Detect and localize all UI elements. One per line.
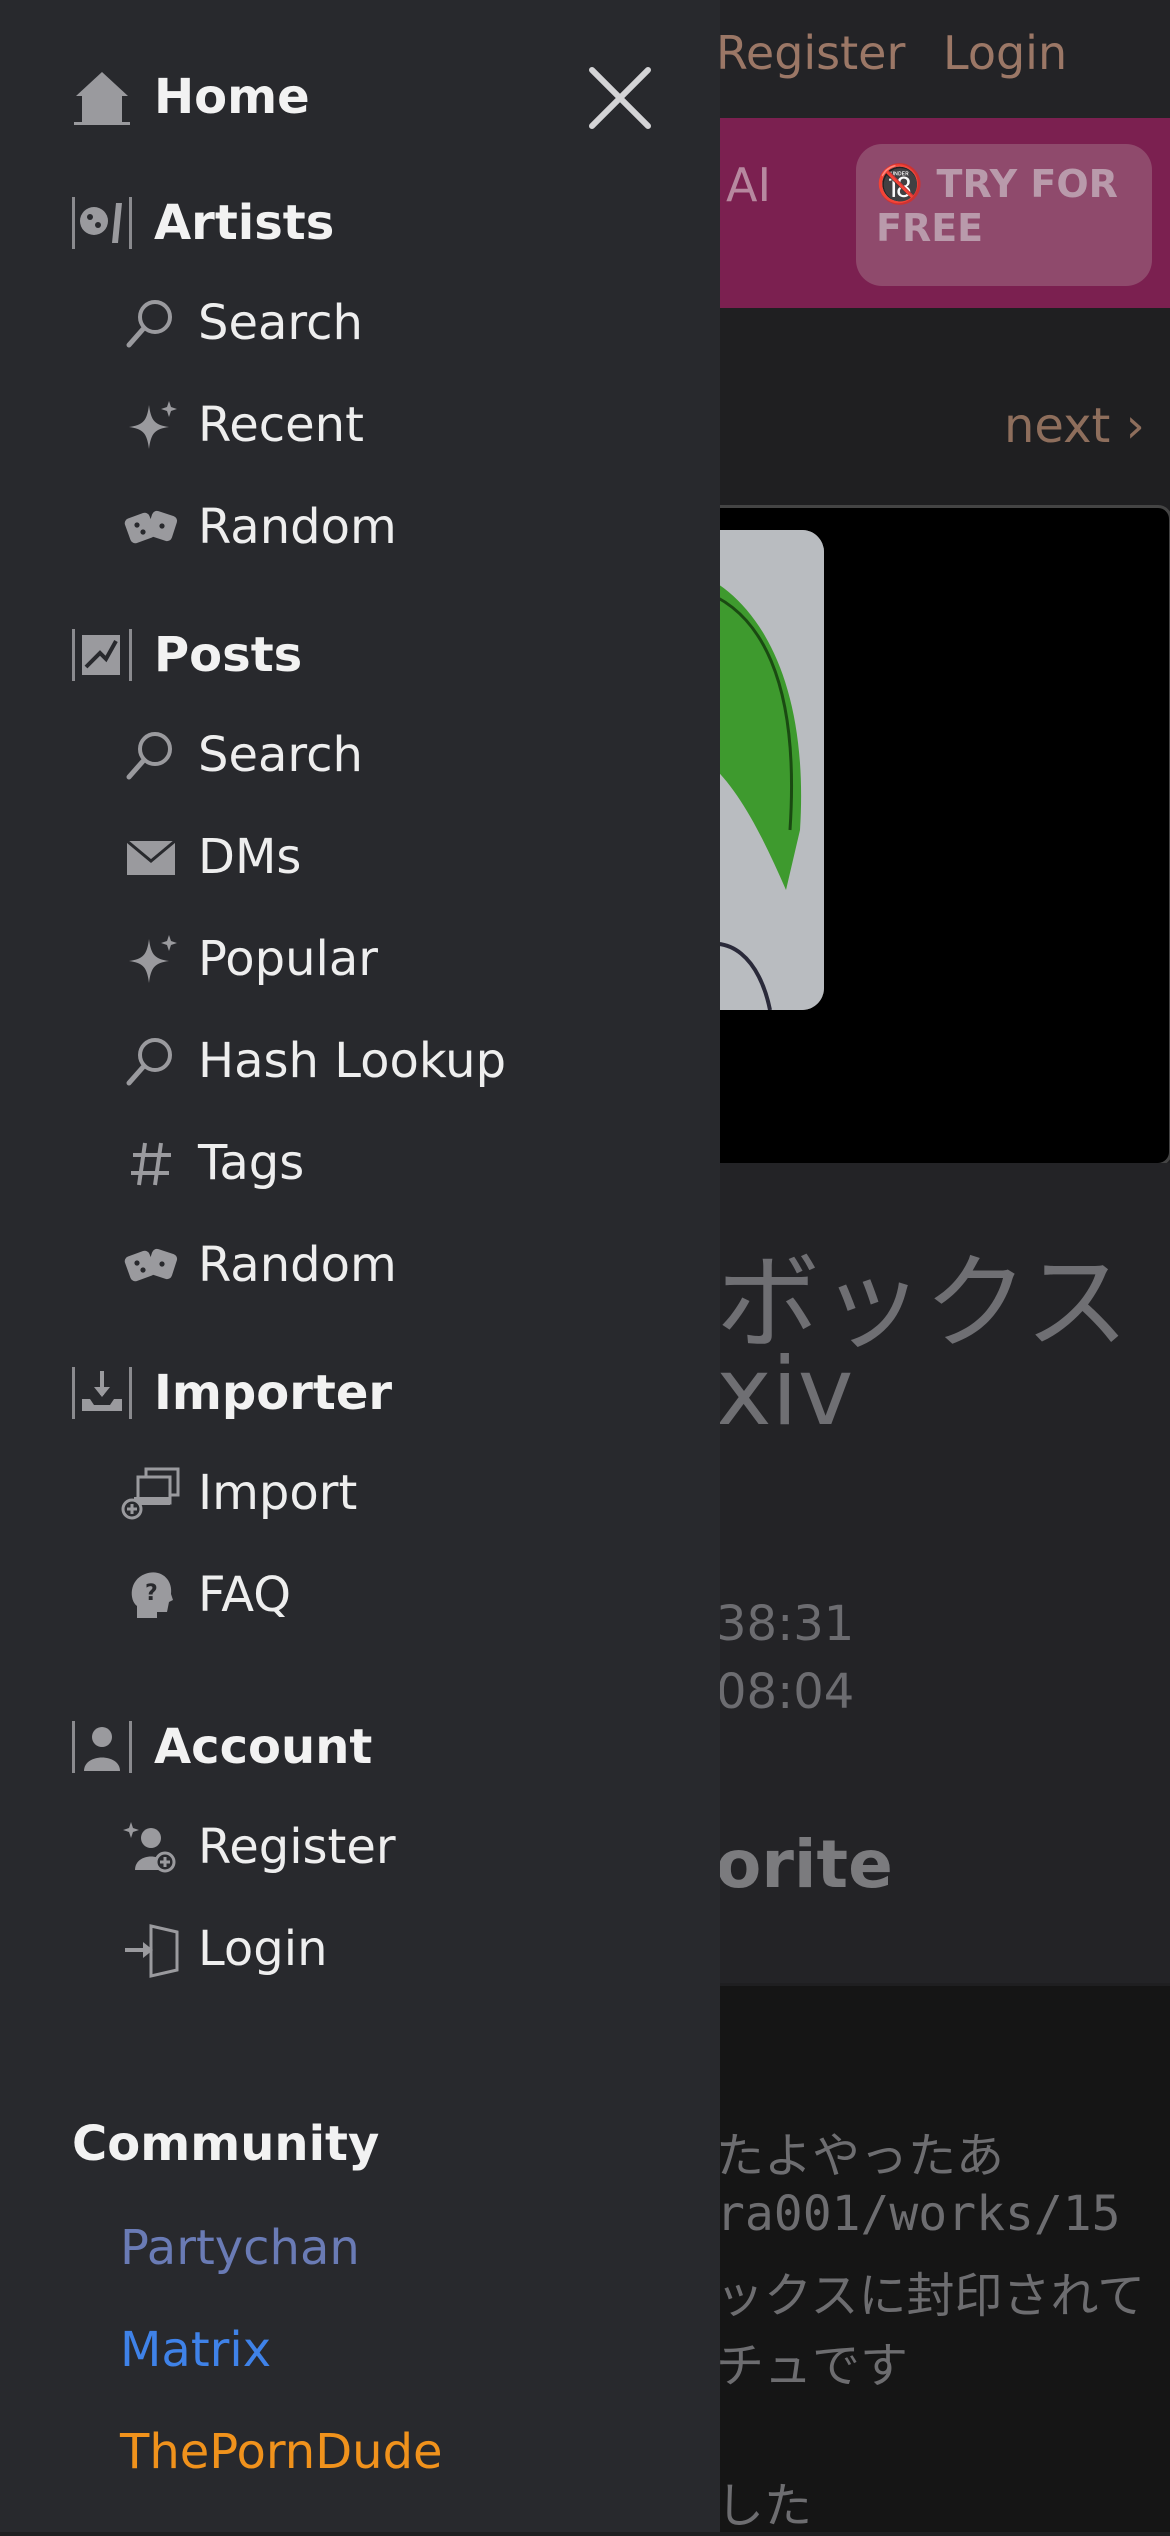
nav-posts-random[interactable]: Random: [118, 1234, 397, 1296]
next-post-link[interactable]: next ›: [1004, 398, 1145, 454]
search-icon: [118, 1030, 184, 1092]
nav-account-register-label: Register: [198, 1819, 396, 1875]
post-time-published: 38:31: [716, 1596, 855, 1652]
content-line: した: [716, 2478, 813, 2534]
nav-account-register[interactable]: Register: [118, 1816, 396, 1878]
faq-head-icon: ?: [118, 1564, 184, 1626]
nav-posts[interactable]: Posts: [70, 626, 302, 684]
nav-posts-label: Posts: [154, 627, 303, 683]
content-line: たよやったあ: [716, 2128, 1005, 2184]
nav-posts-tags[interactable]: Tags: [118, 1132, 304, 1194]
content-line: ックスに封印されて: [716, 2268, 1146, 2324]
sparkle-icon: [118, 394, 184, 456]
nav-posts-hash-lookup[interactable]: Hash Lookup: [118, 1030, 506, 1092]
nav-posts-popular[interactable]: Popular: [118, 928, 378, 990]
try-for-free-button[interactable]: 🔞 TRY FOR FREE: [856, 144, 1152, 286]
nav-importer-import-label: Import: [198, 1465, 358, 1521]
community-link-matrix[interactable]: Matrix: [120, 2322, 271, 2378]
nav-posts-search[interactable]: Search: [118, 724, 363, 786]
community-heading: Community: [72, 2116, 380, 2172]
nav-posts-random-label: Random: [198, 1237, 397, 1293]
envelope-icon: [118, 826, 184, 888]
header-login-link[interactable]: Login: [943, 26, 1067, 80]
import-tray-icon: [70, 1364, 134, 1422]
nav-artists-recent[interactable]: Recent: [118, 394, 364, 456]
nav-account-login[interactable]: Login: [118, 1918, 328, 1980]
nav-home-label: Home: [154, 69, 310, 125]
nav-artists-search[interactable]: Search: [118, 292, 363, 354]
post-content: たよやったあ ra001/works/15 ックスに封印されて チュです した: [680, 1986, 1170, 2534]
content-line: チュです: [716, 2338, 909, 2394]
register-user-icon: [118, 1816, 184, 1878]
nav-home[interactable]: Home: [70, 68, 310, 126]
dice-icon: [118, 1234, 184, 1296]
nav-posts-search-label: Search: [198, 727, 363, 783]
home-icon: [70, 68, 134, 126]
banner-ai-label: AI: [726, 158, 772, 212]
nav-importer[interactable]: Importer: [70, 1364, 392, 1422]
nav-account[interactable]: Account: [70, 1718, 372, 1776]
nav-importer-faq-label: FAQ: [198, 1567, 291, 1623]
community-link-partychan[interactable]: Partychan: [120, 2220, 360, 2276]
posts-icon: [70, 626, 134, 684]
nav-posts-hash-lookup-label: Hash Lookup: [198, 1033, 507, 1089]
nav-account-login-label: Login: [198, 1921, 328, 1977]
nav-artists-recent-label: Recent: [198, 397, 364, 453]
nav-artists-random[interactable]: Random: [118, 496, 397, 558]
nav-posts-dms[interactable]: DMs: [118, 826, 301, 888]
nav-account-label: Account: [154, 1719, 373, 1775]
nav-artists-label: Artists: [154, 195, 335, 251]
favorite-button[interactable]: orite: [716, 1826, 893, 1903]
post-title-line2: xiv: [716, 1338, 854, 1447]
nav-posts-tags-label: Tags: [198, 1135, 305, 1191]
nav-posts-dms-label: DMs: [198, 829, 302, 885]
search-icon: [118, 724, 184, 786]
nav-importer-import[interactable]: Import: [118, 1462, 357, 1524]
sparkle-icon: [118, 928, 184, 990]
hash-icon: [118, 1132, 184, 1194]
nav-artists-search-label: Search: [198, 295, 363, 351]
artist-palette-icon: [70, 194, 134, 252]
nav-artists[interactable]: Artists: [70, 194, 334, 252]
import-add-icon: [118, 1462, 184, 1524]
login-door-icon: [118, 1918, 184, 1980]
navigation-drawer: Home Artists Search Recent Random Posts: [0, 0, 720, 2532]
content-line: ra001/works/15: [716, 2186, 1121, 2242]
close-icon[interactable]: [584, 62, 656, 134]
header-register-link[interactable]: Register: [716, 26, 905, 80]
account-icon: [70, 1718, 134, 1776]
post-time-updated: 08:04: [716, 1664, 855, 1720]
nav-importer-label: Importer: [154, 1365, 393, 1421]
dice-icon: [118, 496, 184, 558]
nav-artists-random-label: Random: [198, 499, 397, 555]
community-link-theporndude[interactable]: ThePornDude: [120, 2424, 443, 2480]
svg-text:?: ?: [145, 1581, 158, 1606]
nav-posts-popular-label: Popular: [198, 931, 378, 987]
nav-importer-faq[interactable]: ? FAQ: [118, 1564, 291, 1626]
search-icon: [118, 292, 184, 354]
